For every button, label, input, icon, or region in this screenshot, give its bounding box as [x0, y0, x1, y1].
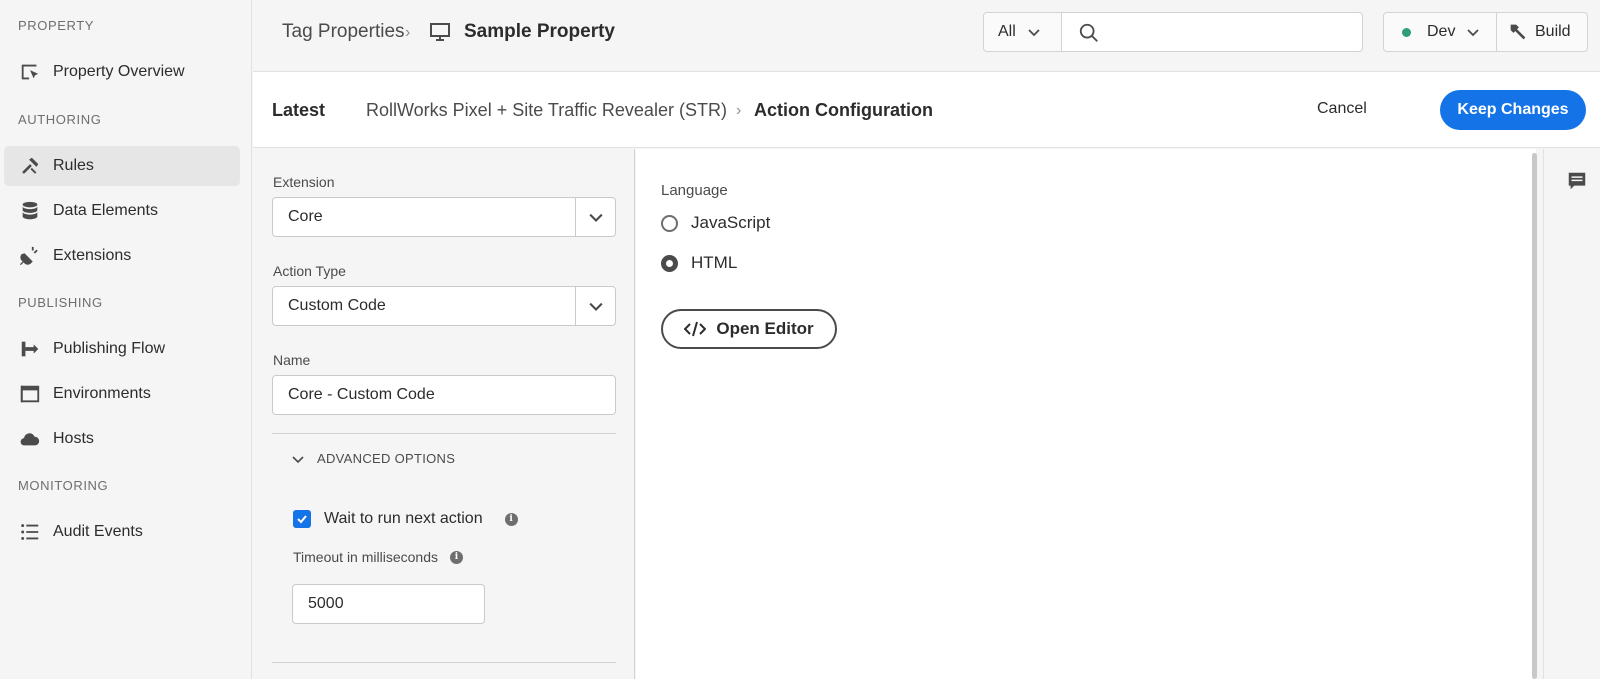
extension-label: Extension [273, 174, 335, 190]
search-icon [1079, 23, 1098, 42]
breadcrumb-tag-properties[interactable]: Tag Properties [282, 21, 405, 43]
sidebar-item-publishing-flow[interactable]: Publishing Flow [4, 329, 240, 369]
action-header: Latest RollWorks Pixel + Site Traffic Re… [253, 72, 1600, 148]
code-icon [684, 321, 707, 337]
scrollbar[interactable] [1532, 153, 1537, 679]
environment-picker[interactable]: Dev [1384, 13, 1497, 51]
name-label: Name [273, 352, 311, 368]
sidebar-item-label: Audit Events [53, 523, 143, 540]
publishing-flow-icon [18, 337, 42, 361]
search-input[interactable] [1100, 13, 1362, 51]
sidebar-item-hosts[interactable]: Hosts [4, 419, 240, 459]
list-icon [18, 520, 42, 544]
sidebar-item-label: Environments [53, 385, 151, 402]
checkmark-icon [297, 515, 307, 524]
sidebar-item-rules[interactable]: Rules [4, 146, 240, 186]
search-scope-picker[interactable]: All [984, 13, 1062, 51]
open-editor-label: Open Editor [716, 319, 814, 338]
wait-checkbox[interactable] [293, 510, 311, 528]
radio-html[interactable]: HTML [661, 253, 737, 273]
radio-javascript[interactable]: JavaScript [661, 213, 770, 233]
sidebar-item-environments[interactable]: Environments [4, 374, 240, 414]
section-monitoring: MONITORING [18, 478, 109, 493]
info-icon[interactable]: i [504, 512, 518, 526]
property-overview-icon [18, 60, 42, 84]
library-name: Latest [272, 100, 326, 120]
info-icon[interactable]: i [449, 550, 463, 564]
environments-icon [18, 382, 42, 406]
timeout-input[interactable] [292, 584, 485, 624]
cloud-icon [18, 427, 42, 451]
divider [272, 433, 616, 434]
extension-dropdown-button[interactable] [575, 198, 615, 236]
sidebar-item-label: Hosts [53, 430, 94, 447]
sidebar-item-label: Publishing Flow [53, 340, 166, 357]
sidebar-item-label: Data Elements [53, 202, 158, 219]
action-form-panel: Extension Core Action Type Custom Code N… [253, 149, 635, 679]
sidebar-item-label: Extensions [53, 247, 132, 264]
chevron-down-icon [1467, 29, 1480, 37]
build-button[interactable]: Build [1497, 13, 1587, 51]
section-publishing: PUBLISHING [18, 295, 103, 310]
database-icon [18, 199, 42, 223]
action-configuration-panel: Language JavaScript HTML Open Editor [636, 149, 1536, 679]
monitor-icon [430, 23, 450, 41]
breadcrumb-current-property: Sample Property [464, 21, 615, 42]
right-rail [1543, 149, 1600, 679]
timeout-label-row: Timeout in milliseconds i [293, 549, 463, 565]
radio-label: JavaScript [691, 213, 771, 232]
divider [272, 662, 616, 663]
action-type-label: Action Type [273, 263, 346, 279]
section-authoring: AUTHORING [18, 112, 102, 127]
search-bar: All [983, 12, 1363, 52]
hammer-icon [1510, 24, 1526, 40]
search-scope-value: All [998, 23, 1016, 40]
action-type-value: Custom Code [288, 297, 386, 314]
breadcrumb-rule[interactable]: RollWorks Pixel + Site Traffic Revealer … [366, 100, 727, 121]
chevron-down-icon [1028, 29, 1040, 37]
environment-status-dot [1402, 27, 1411, 37]
sidebar-item-label: Property Overview [53, 63, 185, 80]
timeout-label: Timeout in milliseconds [293, 549, 438, 565]
chevron-down-icon [588, 213, 603, 222]
chevron-down-icon [588, 302, 603, 311]
breadcrumb-separator-icon: › [736, 102, 742, 119]
wait-label: Wait to run next action [324, 510, 483, 527]
breadcrumb-separator-icon: › [405, 24, 411, 41]
language-label: Language [661, 182, 728, 199]
sidebar-item-label: Rules [53, 157, 94, 174]
name-input[interactable] [272, 375, 616, 415]
sidebar: PROPERTY Property Overview AUTHORING Rul… [0, 0, 252, 679]
sidebar-item-extensions[interactable]: Extensions [4, 236, 240, 276]
extension-value: Core [288, 208, 323, 225]
advanced-options-toggle[interactable]: ADVANCED OPTIONS [291, 451, 455, 466]
section-property: PROPERTY [18, 18, 95, 33]
radio-button[interactable] [661, 214, 678, 232]
rules-icon [18, 154, 42, 178]
chevron-down-icon [292, 455, 304, 463]
radio-button-selected[interactable] [661, 254, 678, 272]
wait-option-row: Wait to run next action i [293, 510, 518, 528]
build-label: Build [1535, 23, 1571, 40]
action-type-picker[interactable]: Custom Code [272, 286, 616, 326]
comment-icon[interactable] [1566, 170, 1588, 192]
open-editor-button[interactable]: Open Editor [661, 309, 837, 349]
sidebar-item-data-elements[interactable]: Data Elements [4, 191, 240, 231]
keep-changes-button[interactable]: Keep Changes [1440, 90, 1586, 130]
environment-value: Dev [1427, 23, 1456, 40]
plug-icon [18, 244, 42, 268]
radio-label: HTML [691, 253, 738, 272]
action-type-dropdown-button[interactable] [575, 287, 615, 325]
cancel-button[interactable]: Cancel [1317, 100, 1367, 118]
advanced-options-label: ADVANCED OPTIONS [317, 451, 456, 466]
environment-controls: Dev Build [1383, 12, 1588, 52]
sidebar-item-audit-events[interactable]: Audit Events [4, 512, 240, 552]
page-title: Action Configuration [754, 100, 933, 120]
extension-picker[interactable]: Core [272, 197, 616, 237]
top-bar: Tag Properties › Sample Property All Dev… [253, 0, 1600, 72]
sidebar-item-property-overview[interactable]: Property Overview [4, 52, 240, 92]
